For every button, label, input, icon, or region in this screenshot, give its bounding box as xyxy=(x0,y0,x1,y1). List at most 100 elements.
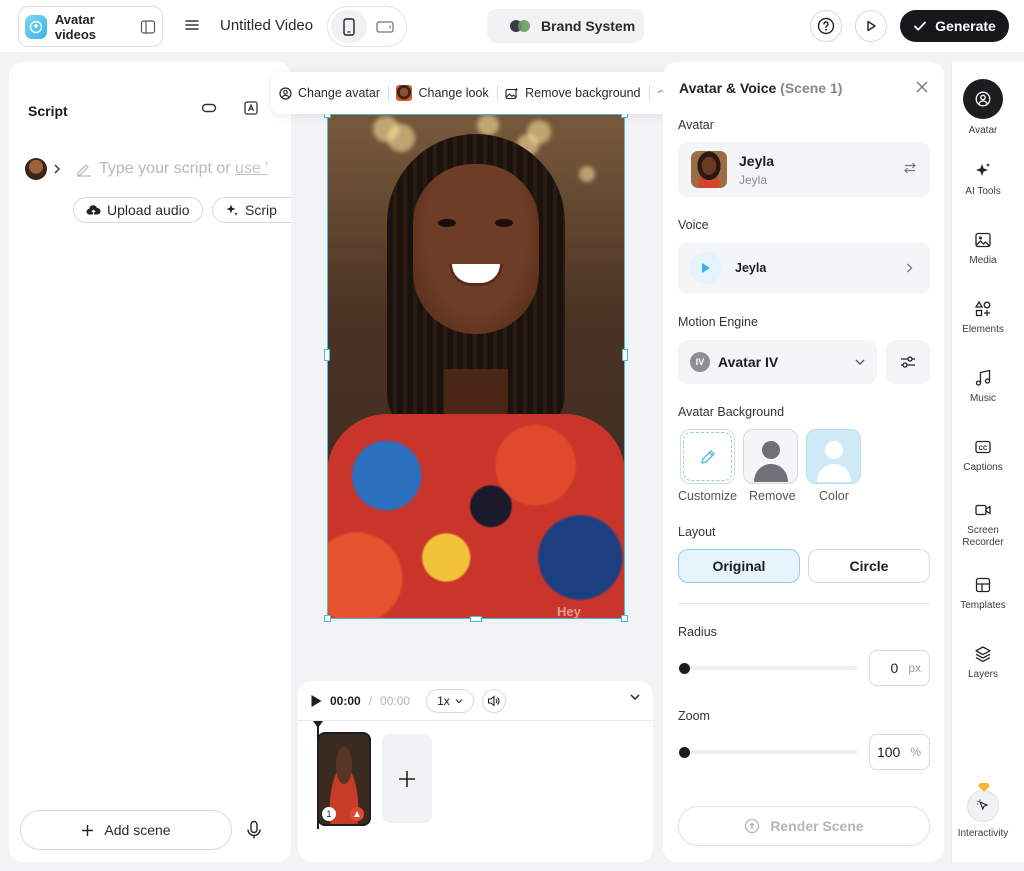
resize-handle[interactable] xyxy=(621,615,628,622)
resize-handle[interactable] xyxy=(622,349,628,361)
resize-handle[interactable] xyxy=(324,349,330,361)
total-time: 00:00 xyxy=(380,694,411,708)
voice-play-button[interactable] xyxy=(690,252,722,284)
panel-title: Avatar & Voice (Scene 1) xyxy=(679,80,842,96)
project-switcher[interactable]: Avatar videos xyxy=(18,6,163,47)
microphone-icon[interactable] xyxy=(245,820,263,840)
portrait-icon[interactable] xyxy=(331,10,367,43)
playhead[interactable] xyxy=(313,721,323,829)
zoom-slider[interactable] xyxy=(682,750,857,754)
rail-item-elements[interactable]: Elements xyxy=(951,300,1015,336)
zoom-input[interactable]: 100 % xyxy=(869,734,930,770)
pill-view-icon[interactable] xyxy=(201,100,217,116)
swap-icon[interactable] xyxy=(903,161,917,175)
radius-slider-knob[interactable] xyxy=(679,663,690,674)
time-separator: / xyxy=(368,694,373,708)
radius-input[interactable]: 0 px xyxy=(869,650,930,686)
svg-text:CC: CC xyxy=(979,446,988,452)
avatar[interactable] xyxy=(25,158,47,180)
rail-item-templates[interactable]: Templates xyxy=(951,576,1015,612)
bg-color-option[interactable] xyxy=(806,429,861,484)
use-template-link[interactable]: use ' xyxy=(235,160,268,177)
preview-button[interactable] xyxy=(855,10,887,42)
sidebar-toggle-icon[interactable] xyxy=(140,19,156,35)
rail-label: AI Tools xyxy=(965,186,1001,197)
radius-unit: px xyxy=(908,661,921,675)
script-panel: Script Type your script or use ' Upload … xyxy=(9,62,291,862)
music-icon xyxy=(975,369,991,386)
resize-handle[interactable] xyxy=(470,616,482,622)
script-line[interactable]: Type your script or use ' xyxy=(25,158,268,180)
resize-handle[interactable] xyxy=(324,615,331,622)
rail-item-music[interactable]: Music xyxy=(951,369,1015,405)
rail-item-media[interactable]: Media xyxy=(951,231,1015,267)
rail-item-ai-tools[interactable]: AI Tools xyxy=(951,162,1015,198)
radius-slider[interactable] xyxy=(682,666,857,670)
section-divider xyxy=(678,603,930,604)
ai-script-button[interactable]: Scrip xyxy=(212,197,291,223)
bg-remove-option[interactable] xyxy=(743,429,798,484)
avatar-card[interactable]: Jeyla Jeyla xyxy=(678,142,930,197)
play-icon[interactable] xyxy=(310,694,322,708)
check-icon xyxy=(914,21,927,31)
engine-badge: IV xyxy=(690,352,710,372)
play-icon xyxy=(702,263,710,273)
radius-label: Radius xyxy=(678,625,717,639)
change-look-button[interactable]: Change look xyxy=(396,85,489,101)
voice-card[interactable]: Jeyla xyxy=(678,242,930,294)
text-frame-icon[interactable] xyxy=(243,100,259,116)
video-title[interactable]: Untitled Video xyxy=(220,17,313,34)
warning-icon xyxy=(350,807,364,821)
chevron-right-icon[interactable] xyxy=(53,164,61,174)
image-sparkle-icon xyxy=(505,87,519,99)
upload-audio-button[interactable]: Upload audio xyxy=(73,197,203,223)
bg-option-label: Remove xyxy=(749,489,796,503)
clip-number: 1 xyxy=(322,807,336,821)
rail-item-screen-recorder[interactable]: Screen Recorder xyxy=(951,501,1015,549)
bg-option-label: Color xyxy=(819,489,849,503)
render-scene-button[interactable]: Render Scene xyxy=(678,806,930,846)
script-title: Script xyxy=(28,103,68,119)
engine-name: Avatar IV xyxy=(718,354,779,370)
avatar-look: Jeyla xyxy=(739,173,768,187)
change-avatar-button[interactable]: Change avatar xyxy=(279,86,380,100)
project-label: Avatar videos xyxy=(54,11,97,42)
change-avatar-label: Change avatar xyxy=(298,86,381,100)
generate-label: Generate xyxy=(935,18,996,34)
close-icon[interactable] xyxy=(916,81,928,93)
help-button[interactable] xyxy=(810,10,842,42)
cursor-click-icon xyxy=(967,783,999,822)
rail-item-captions[interactable]: CC Captions xyxy=(951,438,1015,474)
engine-settings-button[interactable] xyxy=(886,340,930,384)
brand-system-button[interactable]: Brand System xyxy=(487,9,644,43)
premium-gem-icon xyxy=(978,783,990,792)
chevron-right-icon xyxy=(906,263,913,273)
collapse-timeline-icon[interactable] xyxy=(629,693,641,701)
landscape-icon[interactable] xyxy=(367,10,403,43)
layout-original-button[interactable]: Original xyxy=(678,549,800,583)
speed-select[interactable]: 1x xyxy=(426,689,474,713)
remove-background-button[interactable]: Remove background xyxy=(505,86,641,100)
selection-frame xyxy=(324,111,628,622)
plus-icon xyxy=(82,824,94,836)
speed-value: 1x xyxy=(437,694,450,708)
script-placeholder[interactable]: Type your script or use ' xyxy=(99,160,268,178)
zoom-label: Zoom xyxy=(678,709,710,723)
layout-circle-button[interactable]: Circle xyxy=(808,549,930,583)
add-clip-button[interactable] xyxy=(382,734,432,823)
zoom-slider-knob[interactable] xyxy=(679,747,690,758)
bg-customize-option[interactable] xyxy=(680,429,735,484)
render-icon xyxy=(745,818,760,834)
add-scene-button[interactable]: Add scene xyxy=(20,810,232,850)
elements-icon xyxy=(974,300,991,317)
rail-item-avatar[interactable]: Avatar xyxy=(951,79,1015,137)
scene-clip[interactable]: 1 xyxy=(317,732,371,826)
rail-item-layers[interactable]: Layers xyxy=(951,645,1015,681)
motion-engine-select[interactable]: IV Avatar IV xyxy=(678,340,877,384)
panel-title-text: Avatar & Voice xyxy=(679,80,777,96)
menu-icon[interactable] xyxy=(184,17,200,33)
rail-item-interactivity[interactable]: Interactivity xyxy=(951,783,1015,840)
generate-button[interactable]: Generate xyxy=(900,10,1009,42)
volume-button[interactable] xyxy=(481,689,506,713)
person-silhouette-icon xyxy=(816,440,851,482)
